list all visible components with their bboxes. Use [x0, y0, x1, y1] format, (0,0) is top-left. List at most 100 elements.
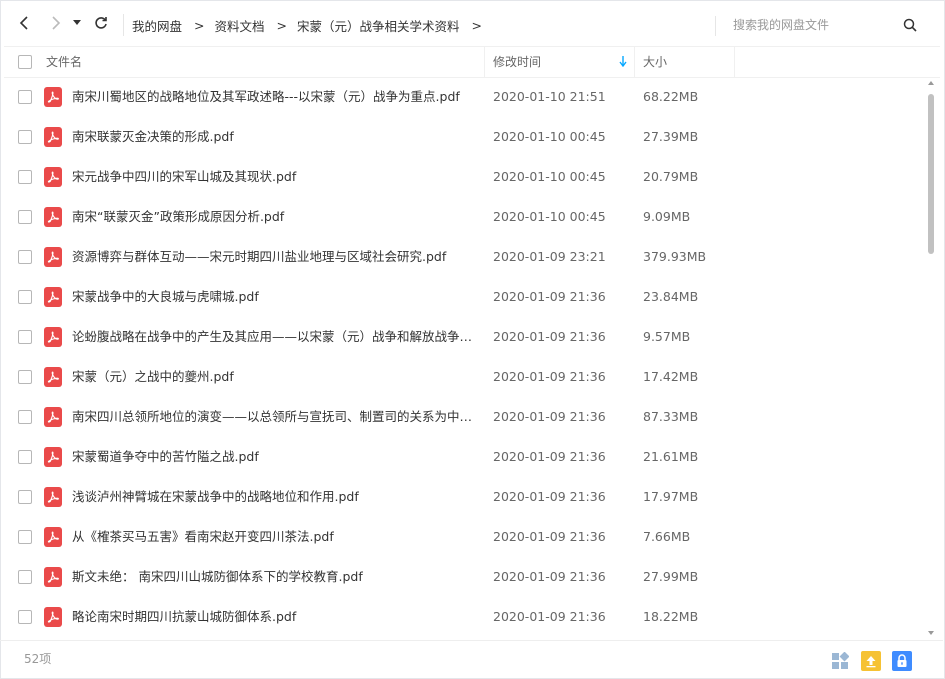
file-name[interactable]: 从《榷茶买马五害》看南宋赵开变四川茶法.pdf — [72, 517, 477, 557]
pdf-file-icon — [44, 207, 62, 227]
row-checkbox[interactable] — [18, 570, 32, 584]
breadcrumb-item-folder[interactable]: 资料文档 — [215, 16, 265, 35]
sort-desc-arrow-icon[interactable] — [619, 56, 627, 67]
row-checkbox[interactable] — [18, 170, 32, 184]
file-name[interactable]: 宋蒙战争中的大良城与虎啸城.pdf — [72, 277, 477, 317]
item-count: 52项 — [24, 652, 52, 666]
row-checkbox[interactable] — [18, 530, 32, 544]
column-header-size[interactable]: 大小 — [643, 47, 667, 77]
file-row[interactable]: 宋蒙（元）之战中的夔州.pdf 2020-01-09 21:36 17.42MB — [4, 357, 924, 397]
file-size: 27.39MB — [643, 129, 699, 144]
breadcrumb-item-current[interactable]: 宋蒙（元）战争相关学术资料 — [297, 16, 460, 35]
search-input[interactable] — [725, 14, 901, 36]
pdf-file-icon — [44, 127, 62, 147]
history-dropdown-button[interactable] — [70, 12, 84, 34]
view-mode-button[interactable] — [830, 651, 850, 671]
row-checkbox[interactable] — [18, 330, 32, 344]
forward-button[interactable] — [44, 12, 66, 34]
file-row[interactable]: 宋蒙蜀道争夺中的苦竹隘之战.pdf 2020-01-09 21:36 21.61MB — [4, 437, 924, 477]
pdf-file-icon — [44, 447, 62, 467]
pdf-file-icon — [44, 527, 62, 547]
scroll-down-arrow-icon — [928, 631, 934, 635]
file-size: 9.57MB — [643, 329, 691, 344]
file-row[interactable]: 南宋川蜀地区的战略地位及其军政述略---以宋蒙（元）战争为重点.pdf 2020-… — [4, 77, 924, 117]
file-modified-time: 2020-01-09 21:36 — [493, 489, 606, 504]
file-modified-time: 2020-01-09 21:36 — [493, 529, 606, 544]
select-all-checkbox[interactable] — [18, 55, 32, 69]
column-header-name[interactable]: 文件名 — [46, 47, 82, 77]
pdf-file-icon — [44, 167, 62, 187]
file-size: 7.66MB — [643, 529, 691, 544]
breadcrumb-item-root[interactable]: 我的网盘 — [132, 16, 182, 35]
vertical-scrollbar[interactable] — [926, 78, 936, 638]
file-name[interactable]: 略论南宋时期四川抗蒙山城防御体系.pdf — [72, 597, 477, 637]
breadcrumb-separator: > — [276, 17, 287, 33]
grid-view-icon — [832, 652, 849, 669]
file-row[interactable]: 论蚡腹战略在战争中的产生及其应用——以宋蒙（元）战争和解放战争为例.pdf 202… — [4, 317, 924, 357]
file-name[interactable]: 论蚡腹战略在战争中的产生及其应用——以宋蒙（元）战争和解放战争为例.pdf — [72, 317, 477, 357]
row-checkbox[interactable] — [18, 210, 32, 224]
row-checkbox[interactable] — [18, 490, 32, 504]
file-size: 87.33MB — [643, 409, 699, 424]
file-row[interactable]: 南宋四川总领所地位的演变——以总领所与宣抚司、制置司的关系为中心.pdf 2020… — [4, 397, 924, 437]
scroll-up-button[interactable] — [926, 78, 936, 88]
column-divider[interactable] — [734, 47, 735, 77]
file-row[interactable]: 南宋“联蒙灭金”政策形成原因分析.pdf 2020-01-10 00:45 9.09… — [4, 197, 924, 237]
file-modified-time: 2020-01-09 21:36 — [493, 609, 606, 624]
status-bar: 52项 — [0, 640, 943, 679]
row-checkbox[interactable] — [18, 290, 32, 304]
file-size: 20.79MB — [643, 169, 699, 184]
file-row[interactable]: 宋蒙战争中的大良城与虎啸城.pdf 2020-01-09 21:36 23.84MB — [4, 277, 924, 317]
table-header: 文件名 修改时间 大小 — [4, 46, 940, 78]
file-row[interactable]: 宋元战争中四川的宋军山城及其现状.pdf 2020-01-10 00:45 20.7… — [4, 157, 924, 197]
file-size: 68.22MB — [643, 89, 699, 104]
file-name[interactable]: 南宋联蒙灭金决策的形成.pdf — [72, 117, 477, 157]
file-row[interactable]: 略论南宋时期四川抗蒙山城防御体系.pdf 2020-01-09 21:36 18.2… — [4, 597, 924, 637]
refresh-button[interactable] — [90, 12, 112, 34]
row-checkbox[interactable] — [18, 130, 32, 144]
row-checkbox[interactable] — [18, 250, 32, 264]
scroll-down-button[interactable] — [926, 628, 936, 638]
file-name[interactable]: 南宋四川总领所地位的演变——以总领所与宣抚司、制置司的关系为中心.pdf — [72, 397, 477, 437]
search-icon — [903, 18, 917, 32]
file-name[interactable]: 斯文未绝： 南宋四川山城防御体系下的学校教育.pdf — [72, 557, 477, 597]
file-modified-time: 2020-01-09 21:36 — [493, 449, 606, 464]
file-row[interactable]: 浅谈泸州神臂城在宋蒙战争中的战略地位和作用.pdf 2020-01-09 21:3… — [4, 477, 924, 517]
lock-button[interactable] — [892, 651, 912, 671]
file-modified-time: 2020-01-09 23:21 — [493, 249, 606, 264]
pdf-file-icon — [44, 567, 62, 587]
scrollbar-thumb[interactable] — [928, 94, 934, 254]
back-button[interactable] — [14, 12, 36, 34]
file-size: 17.97MB — [643, 489, 699, 504]
file-name[interactable]: 浅谈泸州神臂城在宋蒙战争中的战略地位和作用.pdf — [72, 477, 477, 517]
pdf-file-icon — [44, 87, 62, 107]
pdf-file-icon — [44, 607, 62, 627]
file-name[interactable]: 宋蒙蜀道争夺中的苦竹隘之战.pdf — [72, 437, 477, 477]
search-button[interactable] — [900, 15, 920, 35]
file-name[interactable]: 南宋川蜀地区的战略地位及其军政述略---以宋蒙（元）战争为重点.pdf — [72, 77, 477, 117]
breadcrumb: 我的网盘 > 资料文档 > 宋蒙（元）战争相关学术资料 > — [123, 14, 492, 36]
column-divider[interactable] — [484, 47, 485, 77]
pdf-file-icon — [44, 487, 62, 507]
back-icon — [19, 16, 28, 30]
row-checkbox[interactable] — [18, 90, 32, 104]
row-checkbox[interactable] — [18, 370, 32, 384]
file-row[interactable]: 南宋联蒙灭金决策的形成.pdf 2020-01-10 00:45 27.39MB — [4, 117, 924, 157]
file-name[interactable]: 宋蒙（元）之战中的夔州.pdf — [72, 357, 477, 397]
file-row[interactable]: 从《榷茶买马五害》看南宋赵开变四川茶法.pdf 2020-01-09 21:36 7… — [4, 517, 924, 557]
file-row[interactable]: 资源博弈与群体互动——宋元时期四川盐业地理与区域社会研究.pdf 2020-01-… — [4, 237, 924, 277]
file-name[interactable]: 南宋“联蒙灭金”政策形成原因分析.pdf — [72, 197, 477, 237]
upload-button[interactable] — [861, 651, 881, 671]
column-divider[interactable] — [634, 47, 635, 77]
row-checkbox[interactable] — [18, 450, 32, 464]
toolbar: 我的网盘 > 资料文档 > 宋蒙（元）战争相关学术资料 > — [0, 0, 943, 46]
row-checkbox[interactable] — [18, 610, 32, 624]
column-header-modified[interactable]: 修改时间 — [493, 47, 541, 77]
pdf-file-icon — [44, 247, 62, 267]
file-name[interactable]: 资源博弈与群体互动——宋元时期四川盐业地理与区域社会研究.pdf — [72, 237, 477, 277]
scroll-up-arrow-icon — [928, 81, 934, 85]
file-name[interactable]: 宋元战争中四川的宋军山城及其现状.pdf — [72, 157, 477, 197]
file-modified-time: 2020-01-10 21:51 — [493, 89, 606, 104]
file-row[interactable]: 斯文未绝： 南宋四川山城防御体系下的学校教育.pdf 2020-01-09 21:… — [4, 557, 924, 597]
row-checkbox[interactable] — [18, 410, 32, 424]
